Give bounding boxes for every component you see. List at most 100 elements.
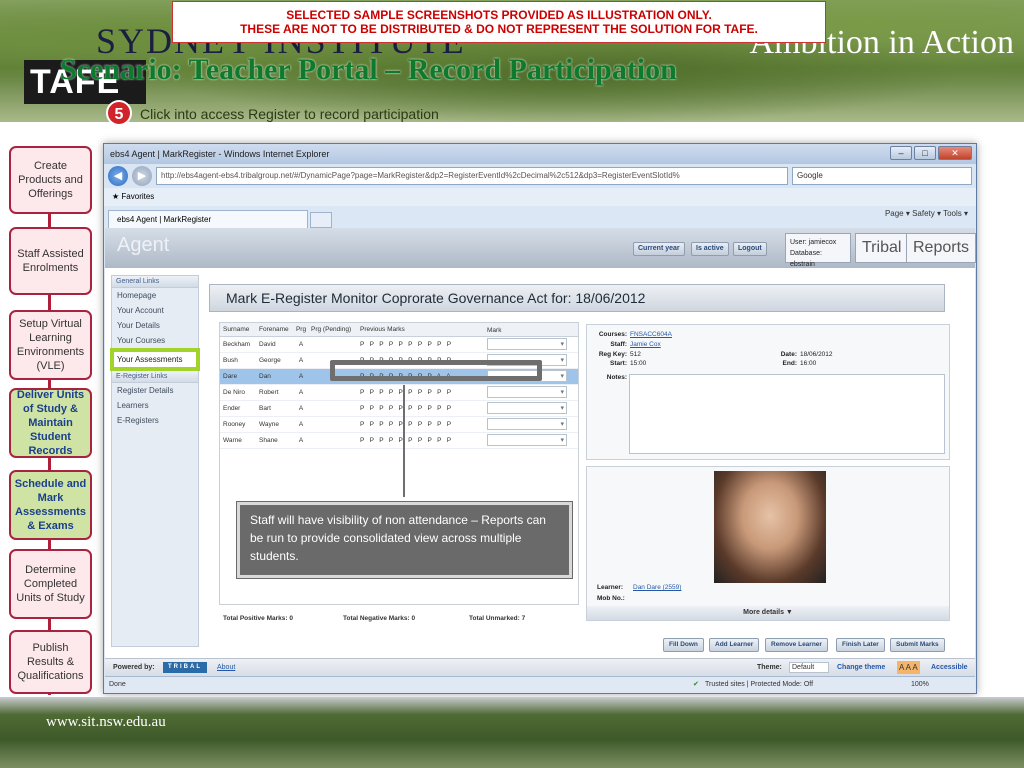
- sidebar-item-homepage[interactable]: Homepage: [112, 288, 198, 303]
- forward-button[interactable]: ▶: [132, 166, 152, 186]
- staff-link[interactable]: Jamie Cox: [630, 341, 661, 348]
- theme-select[interactable]: Default: [789, 662, 829, 673]
- close-button[interactable]: ✕: [938, 146, 972, 160]
- absence-highlight-box: [330, 360, 542, 381]
- window-title: ebs4 Agent | MarkRegister - Windows Inte…: [110, 149, 330, 159]
- learner-link[interactable]: Dan Dare (2559): [633, 584, 681, 591]
- accessible-button[interactable]: Accessible: [931, 659, 968, 676]
- cell-mark: [485, 433, 569, 448]
- cell-prg: A: [298, 437, 304, 444]
- finish-later-button[interactable]: Finish Later: [836, 638, 885, 652]
- footer-banner: [0, 697, 1024, 768]
- cell-prg-pending: [309, 385, 357, 400]
- search-box[interactable]: Google: [792, 167, 972, 185]
- address-bar[interactable]: http://ebs4agent-ebs4.tribalgroup.net/#/…: [156, 167, 788, 185]
- cell-prg: A: [298, 389, 304, 396]
- check-icon: ✔: [693, 681, 699, 688]
- back-button[interactable]: ◀: [108, 166, 128, 186]
- security-zone[interactable]: Trusted sites | Protected Mode: Off: [705, 677, 813, 693]
- new-tab-button[interactable]: [310, 212, 332, 228]
- sidebar-item-your-courses[interactable]: Your Courses: [112, 333, 198, 348]
- mark-select[interactable]: [487, 401, 567, 416]
- footer-url[interactable]: www.sit.nsw.edu.au: [46, 714, 166, 731]
- process-step-label: Deliver Units of Study & Maintain Studen…: [16, 389, 85, 457]
- mark-select[interactable]: [487, 337, 567, 352]
- tribal-button[interactable]: Tribal: [855, 233, 909, 263]
- address-row: ◀ ▶ http://ebs4agent-ebs4.tribalgroup.ne…: [104, 164, 976, 188]
- process-step-publish-results[interactable]: Publish Results & Qualifications: [9, 630, 92, 694]
- sidebar-item-your-assessments[interactable]: Your Assessments: [110, 348, 200, 371]
- notes-textarea[interactable]: [629, 374, 945, 454]
- cell-prg-pending: [309, 401, 357, 416]
- app-header: Agent Current year Is active Logout User…: [105, 228, 977, 268]
- sidebar-item-learners[interactable]: Learners: [112, 398, 198, 413]
- table-row[interactable]: Rooney Wayne A PPPPPPPPPP: [220, 417, 578, 433]
- current-year-button[interactable]: Current year: [633, 242, 685, 256]
- minimize-button[interactable]: –: [890, 146, 912, 160]
- mark-select[interactable]: [487, 417, 567, 432]
- app-footer: Powered by: TRIBAL About Theme: Default …: [105, 658, 975, 676]
- sidebar-item-your-details[interactable]: Your Details: [112, 318, 198, 333]
- is-active-button[interactable]: Is active: [691, 242, 729, 256]
- table-row[interactable]: Beckham David A PPPPPPPPPP: [220, 337, 578, 353]
- cell-surname: Rooney: [223, 421, 246, 428]
- step-instruction: Click into access Register to record par…: [140, 106, 439, 122]
- star-icon[interactable]: ★: [112, 192, 119, 201]
- disclaimer-banner: SELECTED SAMPLE SCREENSHOTS PROVIDED AS …: [172, 1, 826, 43]
- start-label: Start:: [610, 360, 627, 367]
- cell-mark: [485, 385, 569, 400]
- command-bar[interactable]: Page ▾ Safety ▾ Tools ▾: [885, 209, 968, 218]
- remove-learner-button[interactable]: Remove Learner: [765, 638, 828, 652]
- window-titlebar: ebs4 Agent | MarkRegister - Windows Inte…: [104, 144, 976, 164]
- cell-prg-pending: [309, 337, 357, 352]
- general-links-header[interactable]: General Links: [112, 276, 198, 288]
- col-forename[interactable]: Forename: [257, 323, 293, 336]
- col-previous-marks[interactable]: Previous Marks: [357, 323, 485, 336]
- change-theme-button[interactable]: Change theme: [837, 659, 885, 676]
- eregister-links-header[interactable]: E-Register Links: [112, 371, 198, 383]
- fill-down-button[interactable]: Fill Down: [663, 638, 704, 652]
- courses-link[interactable]: FNSACC604A: [630, 331, 672, 338]
- zoom-level[interactable]: 100%: [911, 677, 929, 693]
- table-row[interactable]: Warne Shane A PPPPPPPPPP: [220, 433, 578, 449]
- reports-button[interactable]: Reports: [906, 233, 977, 263]
- sidebar-item-register-details[interactable]: Register Details: [112, 383, 198, 398]
- about-link[interactable]: About: [217, 659, 235, 676]
- add-learner-button[interactable]: Add Learner: [709, 638, 760, 652]
- sidebar-item-your-account[interactable]: Your Account: [112, 303, 198, 318]
- col-mark[interactable]: Mark: [485, 323, 569, 336]
- logout-button[interactable]: Logout: [733, 242, 767, 256]
- mark-select[interactable]: [487, 385, 567, 400]
- col-surname[interactable]: Surname: [220, 323, 257, 336]
- favorites-bar: ★ Favorites: [104, 188, 976, 206]
- learner-panel: Learner: Dan Dare (2559) Mob No.: More d…: [586, 466, 950, 621]
- process-step-create-products[interactable]: Create Products and Offerings: [9, 146, 92, 214]
- web-page: Agent Current year Is active Logout User…: [105, 228, 977, 658]
- date-value: 18/06/2012: [800, 351, 833, 358]
- learner-label: Learner:: [597, 584, 624, 591]
- process-step-staff-enrolments[interactable]: Staff Assisted Enrolments: [9, 227, 92, 295]
- text-size-icon[interactable]: A A A: [897, 661, 920, 674]
- maximize-button[interactable]: □: [914, 146, 936, 160]
- disclaimer-line-1: SELECTED SAMPLE SCREENSHOTS PROVIDED AS …: [286, 8, 712, 22]
- process-step-setup-vle[interactable]: Setup Virtual Learning Environments (VLE…: [9, 310, 92, 380]
- process-step-deliver-units[interactable]: Deliver Units of Study & Maintain Studen…: [9, 388, 92, 458]
- more-details-toggle[interactable]: More details ▼: [587, 606, 949, 620]
- favorites-link[interactable]: Favorites: [121, 192, 154, 201]
- submit-marks-button[interactable]: Submit Marks: [890, 638, 945, 652]
- cell-previous-marks: PPPPPPPPPP: [360, 341, 457, 348]
- process-step-determine-completed[interactable]: Determine Completed Units of Study: [9, 549, 92, 619]
- end-value: 16:00: [800, 360, 817, 367]
- mobile-label: Mob No.:: [597, 595, 625, 602]
- col-prg[interactable]: Prg: [293, 323, 309, 336]
- table-row[interactable]: De Niro Robert A PPPPPPPPPP: [220, 385, 578, 401]
- sidebar-item-e-registers[interactable]: E-Registers: [112, 413, 198, 428]
- process-step-schedule-assessments[interactable]: Schedule and Mark Assessments & Exams: [9, 470, 92, 540]
- table-row[interactable]: Ender Bart A PPPPPPPPPP: [220, 401, 578, 417]
- register-details-panel: Courses: FNSACC604A Staff: Jamie Cox Reg…: [586, 324, 950, 460]
- tab-markregister[interactable]: ebs4 Agent | MarkRegister: [108, 210, 308, 228]
- process-step-label: Schedule and Mark Assessments & Exams: [14, 478, 87, 532]
- general-links-title: General Links: [116, 278, 160, 285]
- col-prg-pending[interactable]: Prg (Pending): [309, 323, 357, 336]
- mark-select[interactable]: [487, 433, 567, 448]
